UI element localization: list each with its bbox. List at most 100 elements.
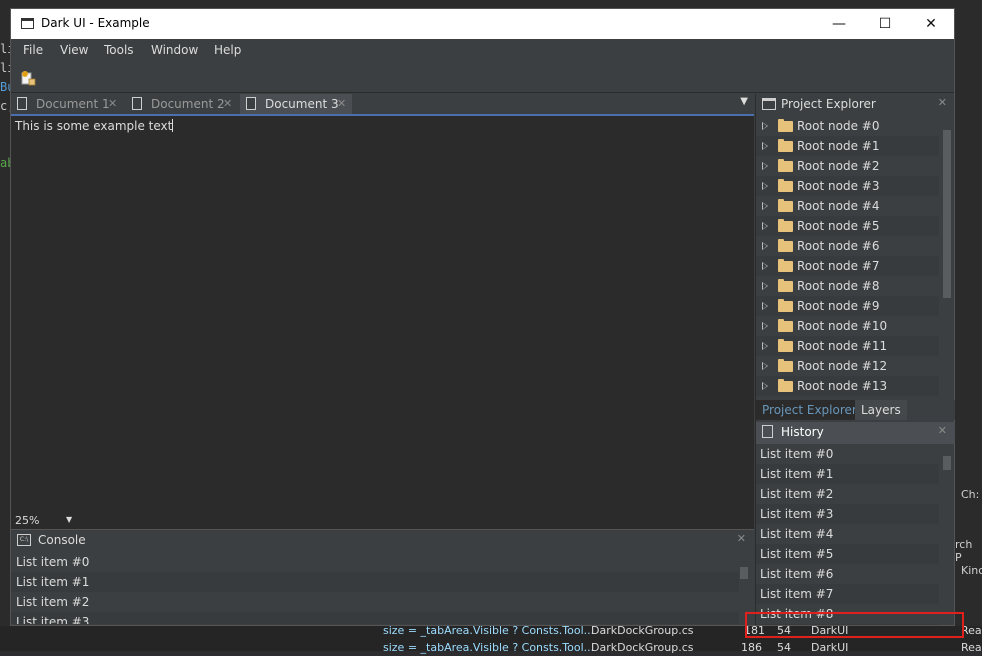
editor-text[interactable]: This is some example text (15, 119, 174, 133)
menu-help[interactable]: Help (214, 43, 241, 57)
tree-node[interactable]: Root node #5 (756, 216, 939, 236)
folder-icon (778, 219, 793, 232)
menu-file[interactable]: File (23, 43, 43, 57)
list-item[interactable]: List item #3 (756, 504, 939, 524)
console-panel: C:\ Console ✕ List item #0 List item #1 … (11, 529, 754, 625)
app-window: Dark UI - Example — ☐ ✕ File View Tools … (10, 8, 955, 626)
tree-node-label: Root node #6 (797, 239, 880, 253)
tree-node[interactable]: Root node #9 (756, 296, 939, 316)
history-close-button[interactable]: ✕ (938, 424, 947, 437)
tree-node[interactable]: Root node #12 (756, 356, 939, 376)
tab-close-button[interactable]: ✕ (337, 94, 346, 114)
tab-document-3[interactable]: Document 3 ✕ (240, 94, 352, 114)
tree-node-label: Root node #9 (797, 299, 880, 313)
list-item[interactable]: List item #3 (11, 612, 739, 624)
scrollbar-thumb[interactable] (943, 456, 951, 470)
list-item[interactable]: List item #7 (756, 584, 939, 604)
list-item[interactable]: List item #4 (756, 524, 939, 544)
zoom-bar: 25% ▼ (11, 514, 754, 529)
tabs-dropdown-button[interactable]: ▼ (740, 96, 748, 107)
tree-node[interactable]: Root node #1 (756, 136, 939, 156)
panel-tabs: Project Explorer Layers (756, 400, 955, 420)
tree-node[interactable]: Root node #4 (756, 196, 939, 216)
tree-scrollbar[interactable] (942, 116, 954, 398)
list-item[interactable]: List item #6 (756, 564, 939, 584)
list-item[interactable]: List item #5 (756, 544, 939, 564)
tab-project-explorer[interactable]: Project Explorer (756, 400, 863, 420)
expand-arrow-icon[interactable] (762, 222, 768, 230)
tab-layers[interactable]: Layers (855, 400, 907, 420)
tree-node[interactable]: Root node #11 (756, 336, 939, 356)
list-item[interactable]: List item #2 (756, 484, 939, 504)
folder-icon (778, 279, 793, 292)
folder-icon (778, 199, 793, 212)
expand-arrow-icon[interactable] (762, 362, 768, 370)
tab-document-2[interactable]: Document 2 ✕ (126, 94, 238, 114)
tab-close-button[interactable]: ✕ (108, 94, 117, 114)
tree-node-label: Root node #11 (797, 339, 888, 353)
bg-row-extra: Rea (961, 624, 982, 637)
tree-node[interactable]: Root node #2 (756, 156, 939, 176)
zoom-level[interactable]: 25% (15, 514, 39, 527)
expand-arrow-icon[interactable] (762, 262, 768, 270)
expand-arrow-icon[interactable] (762, 382, 768, 390)
menu-tools[interactable]: Tools (104, 43, 134, 57)
folder-icon (778, 359, 793, 372)
minimize-button[interactable]: — (816, 9, 862, 39)
tree-node[interactable]: Root node #0 (756, 116, 939, 136)
tree-node[interactable]: Root node #7 (756, 256, 939, 276)
list-item[interactable]: List item #1 (756, 464, 939, 484)
tree-node-label: Root node #7 (797, 259, 880, 273)
close-button[interactable]: ✕ (908, 9, 954, 39)
expand-arrow-icon[interactable] (762, 142, 768, 150)
console-close-button[interactable]: ✕ (737, 532, 746, 545)
project-explorer-close-button[interactable]: ✕ (938, 96, 947, 109)
folder-icon (778, 319, 793, 332)
title-bar[interactable]: Dark UI - Example — ☐ ✕ (11, 9, 954, 39)
list-item[interactable]: List item #2 (11, 592, 739, 612)
bg-row-col: 54 (777, 641, 791, 654)
history-header: History ✕ (756, 422, 955, 444)
bg-row-code: size = _tabArea.Visible ? Consts.Tool... (383, 641, 595, 654)
window-icon (762, 98, 776, 110)
menu-window[interactable]: Window (151, 43, 198, 57)
tree-node[interactable]: Root node #8 (756, 276, 939, 296)
expand-arrow-icon[interactable] (762, 122, 768, 130)
text-editor[interactable]: This is some example text (11, 116, 754, 506)
tree-node[interactable]: Root node #10 (756, 316, 939, 336)
scrollbar-thumb[interactable] (740, 567, 748, 579)
tree-node[interactable]: Root node #6 (756, 236, 939, 256)
window-icon (21, 18, 34, 29)
new-file-icon[interactable] (20, 70, 36, 86)
tree-node-label: Root node #8 (797, 279, 880, 293)
bg-right-label: rch P (955, 538, 973, 564)
folder-icon (778, 159, 793, 172)
document-icon (762, 425, 773, 438)
expand-arrow-icon[interactable] (762, 342, 768, 350)
list-item[interactable]: List item #0 (756, 444, 939, 464)
console-icon: C:\ (17, 534, 31, 546)
history-scrollbar[interactable] (942, 444, 954, 625)
list-item[interactable]: List item #1 (11, 572, 739, 592)
tab-close-button[interactable]: ✕ (223, 94, 232, 114)
folder-icon (778, 339, 793, 352)
list-item[interactable]: List item #0 (11, 552, 739, 572)
expand-arrow-icon[interactable] (762, 182, 768, 190)
editor-content: This is some example text (15, 119, 173, 133)
expand-arrow-icon[interactable] (762, 162, 768, 170)
bg-row-extra: Rea (961, 641, 982, 654)
scrollbar-thumb[interactable] (943, 130, 951, 298)
tab-document-1[interactable]: Document 1 ✕ (11, 94, 123, 114)
maximize-button[interactable]: ☐ (862, 9, 908, 39)
expand-arrow-icon[interactable] (762, 202, 768, 210)
expand-arrow-icon[interactable] (762, 282, 768, 290)
tree-node[interactable]: Root node #3 (756, 176, 939, 196)
expand-arrow-icon[interactable] (762, 322, 768, 330)
expand-arrow-icon[interactable] (762, 302, 768, 310)
menu-view[interactable]: View (60, 43, 88, 57)
zoom-dropdown-button[interactable]: ▼ (66, 515, 72, 524)
expand-arrow-icon[interactable] (762, 242, 768, 250)
document-icon (132, 97, 142, 110)
highlight-box (745, 612, 964, 638)
tree-node[interactable]: Root node #13 (756, 376, 939, 396)
